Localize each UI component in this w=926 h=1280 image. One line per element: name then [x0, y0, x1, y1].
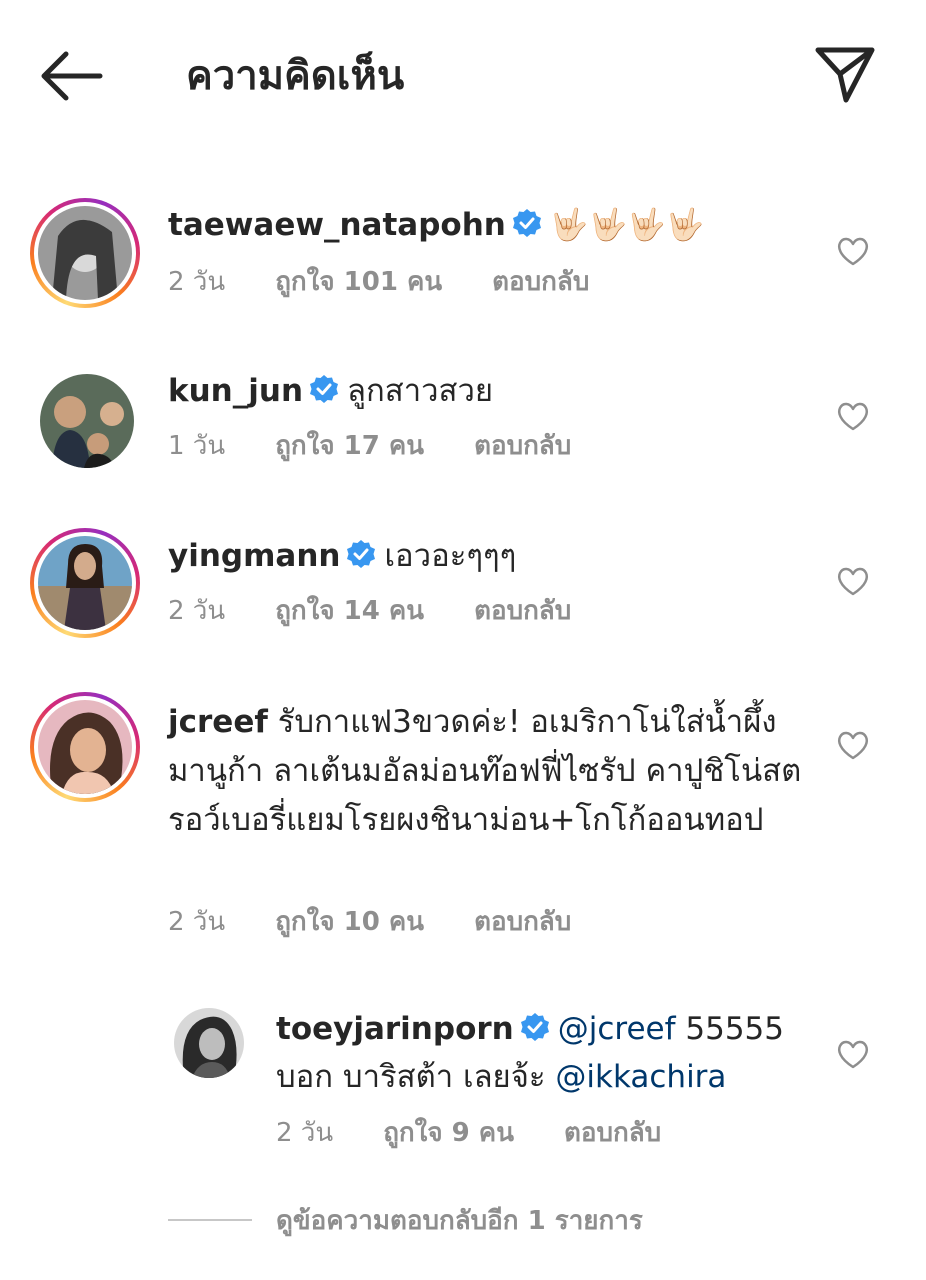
avatar-photo: [174, 1008, 244, 1078]
comment-text: บอก บาริสต้า เลยจ้ะ: [276, 1059, 556, 1095]
reply-button[interactable]: ตอบกลับ: [474, 596, 571, 626]
comment-username[interactable]: kun_jun: [168, 373, 303, 409]
paper-plane-icon: [815, 47, 875, 103]
comment-text: เอวอะๆๆๆ: [384, 538, 517, 574]
reply-button[interactable]: ตอบกลับ: [492, 267, 589, 297]
reply-button[interactable]: ตอบกลับ: [474, 431, 571, 461]
comment-likes[interactable]: ถูกใจ 14 คน: [275, 596, 424, 626]
header: ความคิดเห็น: [0, 0, 926, 150]
view-more-replies[interactable]: ดูข้อความตอบกลับอีก 1 รายการ: [168, 1200, 643, 1240]
comment-username[interactable]: toeyjarinporn: [276, 1011, 514, 1047]
comment-text: 55555: [675, 1011, 784, 1047]
divider-line: [168, 1219, 252, 1221]
avatar[interactable]: [174, 1008, 244, 1078]
comment-text: ลูกสาวสวย: [347, 373, 494, 409]
heart-icon[interactable]: [836, 235, 870, 267]
avatar-photo: [38, 536, 132, 630]
comment-time: 2 วัน: [168, 596, 226, 626]
comment-time: 2 วัน: [276, 1118, 334, 1148]
avatar[interactable]: [40, 374, 134, 468]
comment-time: 2 วัน: [168, 267, 226, 297]
reply-button[interactable]: ตอบกลับ: [564, 1118, 661, 1148]
avatar-photo: [38, 206, 132, 300]
heart-icon[interactable]: [836, 729, 870, 761]
comment-likes[interactable]: ถูกใจ 101 คน: [275, 267, 442, 297]
avatar-photo: [38, 700, 132, 794]
verified-badge-icon: [520, 1013, 549, 1041]
verified-badge-icon: [310, 375, 339, 403]
arrow-left-icon: [41, 51, 103, 101]
comment-likes[interactable]: ถูกใจ 10 คน: [275, 907, 424, 937]
avatar[interactable]: [30, 198, 140, 308]
view-more-replies-label[interactable]: ดูข้อความตอบกลับอีก 1 รายการ: [276, 1200, 643, 1241]
comment-time: 1 วัน: [168, 431, 226, 461]
comment-time: 2 วัน: [168, 907, 226, 937]
avatar[interactable]: [30, 692, 140, 802]
comment-username[interactable]: yingmann: [168, 538, 340, 574]
mention-link[interactable]: @ikkachira: [555, 1059, 726, 1095]
page-title: ความคิดเห็น: [186, 53, 405, 99]
reply-button[interactable]: ตอบกลับ: [474, 907, 571, 937]
avatar[interactable]: [30, 528, 140, 638]
share-button[interactable]: [810, 42, 878, 106]
mention-link[interactable]: @jcreef: [558, 1011, 676, 1047]
avatar-photo: [40, 374, 134, 468]
verified-badge-icon: [347, 540, 376, 568]
comment-likes[interactable]: ถูกใจ 17 คน: [275, 431, 424, 461]
heart-icon[interactable]: [836, 400, 870, 432]
comment-text: 🤟🏻🤟🏻🤟🏻🤟🏻: [549, 207, 705, 243]
comment-username[interactable]: taewaew_natapohn: [168, 207, 506, 243]
back-button[interactable]: [38, 48, 106, 104]
verified-badge-icon: [512, 209, 541, 237]
heart-icon[interactable]: [836, 565, 870, 597]
heart-icon[interactable]: [836, 1038, 870, 1070]
comment-likes[interactable]: ถูกใจ 9 คน: [383, 1118, 514, 1148]
comment-username[interactable]: jcreef: [168, 704, 268, 740]
